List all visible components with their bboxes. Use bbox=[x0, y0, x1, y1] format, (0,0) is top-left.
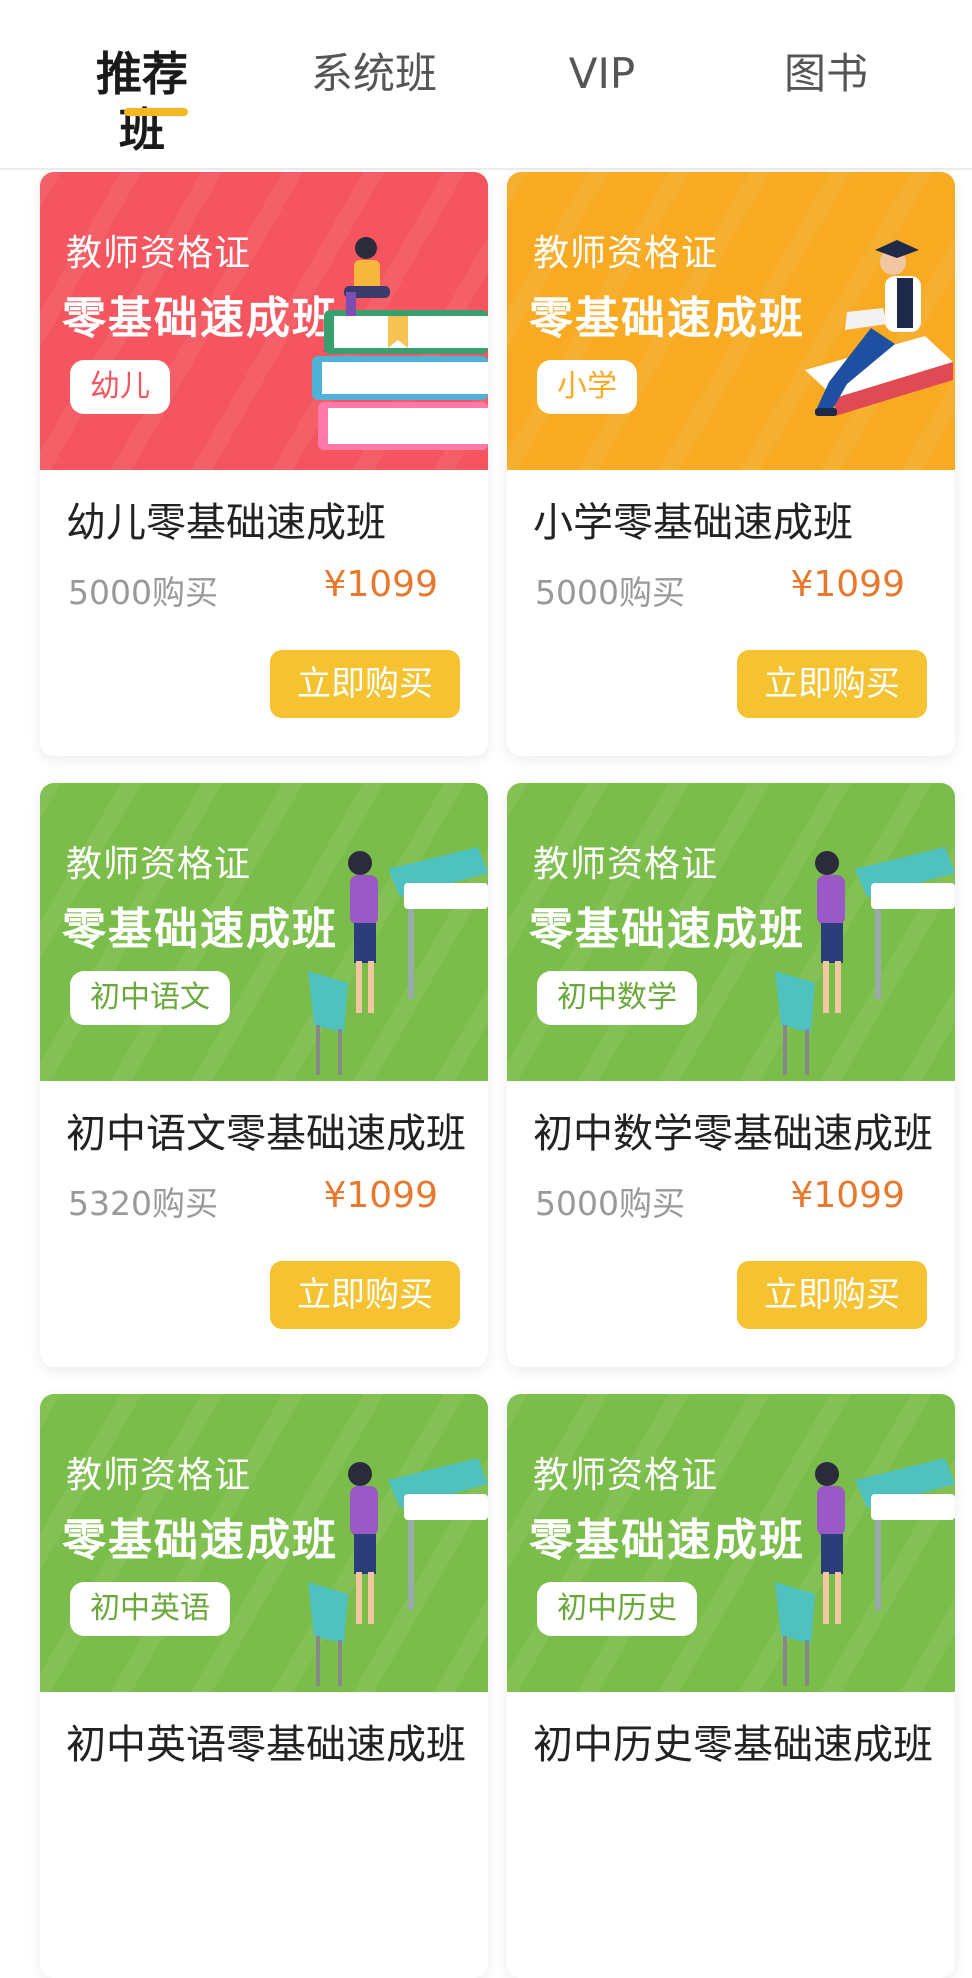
course-price: ¥1099 bbox=[790, 1175, 905, 1216]
course-title: 初中数学零基础速成班 bbox=[533, 1111, 933, 1157]
teacher-desk-icon bbox=[775, 847, 955, 1075]
banner-subtitle: 教师资格证 bbox=[66, 1455, 252, 1496]
course-level-tag: 小学 bbox=[537, 360, 637, 414]
books-girl-icon bbox=[312, 237, 488, 450]
buy-now-button[interactable]: 立即购买 bbox=[737, 1261, 927, 1329]
banner-title: 零基础速成班 bbox=[529, 293, 805, 344]
teacher-desk-icon bbox=[308, 1458, 488, 1686]
buy-now-button[interactable]: 立即购买 bbox=[737, 650, 927, 718]
buy-now-button[interactable]: 立即购买 bbox=[270, 1261, 460, 1329]
course-level-tag: 初中语文 bbox=[70, 971, 230, 1025]
course-level-tag: 初中数学 bbox=[537, 971, 697, 1025]
course-title: 初中英语零基础速成班 bbox=[66, 1722, 466, 1768]
teacher-desk-icon bbox=[308, 847, 488, 1075]
course-card[interactable]: 教师资格证 零基础速成班 小学 小学零基础速成班 5000购买 ¥1099 立即… bbox=[507, 172, 955, 756]
teacher-desk-icon bbox=[775, 1458, 955, 1686]
banner-title: 零基础速成班 bbox=[62, 293, 338, 344]
tab-books[interactable]: 图书 bbox=[776, 46, 876, 102]
course-title: 幼儿零基础速成班 bbox=[66, 500, 386, 546]
tab-vip[interactable]: VIP bbox=[542, 46, 662, 102]
banner-subtitle: 教师资格证 bbox=[533, 844, 719, 885]
banner-subtitle: 教师资格证 bbox=[66, 233, 252, 274]
purchase-count: 5000购买 bbox=[68, 573, 218, 612]
course-banner[interactable]: 教师资格证 零基础速成班 初中英语 bbox=[40, 1394, 488, 1692]
top-tab-bar: 推荐班 系统班 VIP 图书 bbox=[0, 0, 972, 170]
course-price: ¥1099 bbox=[323, 1175, 438, 1216]
banner-title: 零基础速成班 bbox=[529, 1515, 805, 1566]
course-title: 初中语文零基础速成班 bbox=[66, 1111, 466, 1157]
course-banner[interactable]: 教师资格证 零基础速成班 初中数学 bbox=[507, 783, 955, 1081]
course-level-tag: 初中英语 bbox=[70, 1582, 230, 1636]
course-card[interactable]: 教师资格证 零基础速成班 初中语文 初中语文零基础速成班 5320购买 ¥109… bbox=[40, 783, 488, 1367]
course-card[interactable]: 教师资格证 零基础速成班 初中英语 初中英语零基础速成班 bbox=[40, 1394, 488, 1978]
course-banner[interactable]: 教师资格证 零基础速成班 初中历史 bbox=[507, 1394, 955, 1692]
active-tab-indicator bbox=[124, 108, 188, 116]
tab-recommended[interactable]: 推荐班 bbox=[74, 46, 210, 157]
banner-title: 零基础速成班 bbox=[62, 904, 338, 955]
tab-system-class[interactable]: 系统班 bbox=[306, 46, 442, 102]
course-card[interactable]: 教师资格证 零基础速成班 初中历史 初中历史零基础速成班 bbox=[507, 1394, 955, 1978]
course-title: 小学零基础速成班 bbox=[533, 500, 853, 546]
banner-title: 零基础速成班 bbox=[62, 1515, 338, 1566]
course-card[interactable]: 教师资格证 零基础速成班 幼儿 幼儿零基础速成班 5000购买 ¥1099 立即… bbox=[40, 172, 488, 756]
course-price: ¥1099 bbox=[323, 564, 438, 605]
course-banner[interactable]: 教师资格证 零基础速成班 初中语文 bbox=[40, 783, 488, 1081]
purchase-count: 5000购买 bbox=[535, 573, 685, 612]
purchase-count: 5000购买 bbox=[535, 1184, 685, 1223]
course-title: 初中历史零基础速成班 bbox=[533, 1722, 933, 1768]
graduate-reading-icon bbox=[805, 240, 953, 416]
course-level-tag: 初中历史 bbox=[537, 1582, 697, 1636]
course-banner[interactable]: 教师资格证 零基础速成班 幼儿 bbox=[40, 172, 488, 470]
banner-subtitle: 教师资格证 bbox=[66, 844, 252, 885]
purchase-count: 5320购买 bbox=[68, 1184, 218, 1223]
banner-subtitle: 教师资格证 bbox=[533, 1455, 719, 1496]
course-card[interactable]: 教师资格证 零基础速成班 初中数学 初中数学零基础速成班 5000购买 ¥109… bbox=[507, 783, 955, 1367]
buy-now-button[interactable]: 立即购买 bbox=[270, 650, 460, 718]
banner-title: 零基础速成班 bbox=[529, 904, 805, 955]
course-level-tag: 幼儿 bbox=[70, 360, 170, 414]
course-price: ¥1099 bbox=[790, 564, 905, 605]
banner-subtitle: 教师资格证 bbox=[533, 233, 719, 274]
course-banner[interactable]: 教师资格证 零基础速成班 小学 bbox=[507, 172, 955, 470]
